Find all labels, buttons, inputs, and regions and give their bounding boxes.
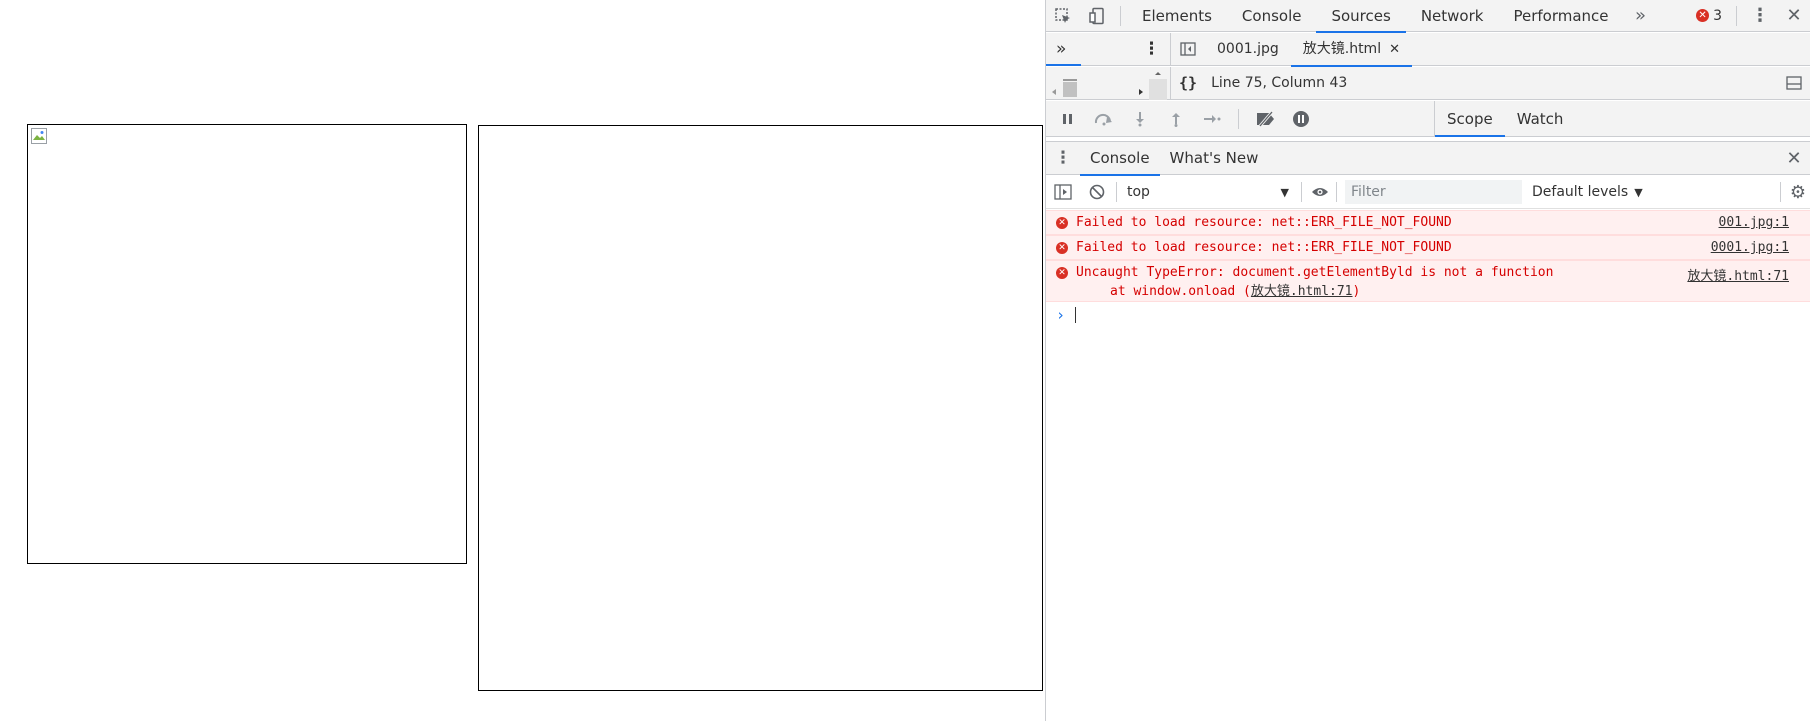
drawer-tab-bar: ⋮ Console What's New ✕ (1046, 141, 1810, 176)
message-text: Uncaught TypeError: document.getElementB… (1076, 265, 1554, 280)
message-text: Failed to load resource: net::ERR_FILE_N… (1076, 215, 1452, 230)
deactivate-breakpoints-icon[interactable] (1255, 109, 1275, 129)
message-source-link[interactable]: 放大镜.html:71 (1687, 265, 1789, 284)
context-value: top (1127, 184, 1150, 200)
close-icon[interactable]: ✕ (1777, 142, 1810, 174)
chevron-down-icon: ▼ (1634, 185, 1643, 199)
console-message-error: ✕ Uncaught TypeError: document.getElemen… (1046, 260, 1810, 302)
console-message-error: ✕ Failed to load resource: net::ERR_FILE… (1046, 235, 1810, 260)
context-select[interactable]: top ▼ (1119, 180, 1297, 204)
step-over-icon[interactable] (1094, 109, 1114, 129)
message-source-link[interactable]: 0001.jpg:1 (1711, 240, 1789, 255)
console-toolbar: top ▼ Default levels ▼ ⚙ (1046, 176, 1810, 209)
step-into-icon[interactable] (1130, 109, 1150, 129)
text-caret (1075, 307, 1077, 323)
sources-file-tab-bar: » ⋮ 0001.jpg 放大镜.html ✕ (1046, 32, 1810, 67)
kebab-menu-icon[interactable]: ⋮ (1046, 142, 1080, 174)
eye-icon[interactable] (1306, 176, 1334, 208)
console-messages: ✕ Failed to load resource: net::ERR_FILE… (1046, 210, 1810, 302)
kebab-menu-icon[interactable]: ⋮ (1143, 39, 1160, 59)
navigator-header: » ⋮ (1046, 32, 1171, 66)
tab-sources[interactable]: Sources (1316, 0, 1407, 33)
log-levels-dropdown[interactable]: Default levels ▼ (1532, 184, 1643, 200)
close-icon[interactable]: ✕ (1389, 33, 1400, 66)
device-toggle-icon[interactable] (1080, 0, 1114, 32)
drawer-tab-console[interactable]: Console (1080, 141, 1160, 176)
more-tabs-icon[interactable]: » (1624, 0, 1658, 32)
message-source-link[interactable]: 001.jpg:1 (1719, 215, 1789, 230)
console-message-error: ✕ Failed to load resource: net::ERR_FILE… (1046, 210, 1810, 235)
drawer-tab-whats-new[interactable]: What's New (1160, 141, 1269, 175)
inspect-icon[interactable] (1046, 0, 1080, 32)
toolbar-divider (1120, 5, 1121, 26)
navigator-scrollbar[interactable] (1046, 66, 1171, 100)
tab-console[interactable]: Console (1227, 0, 1317, 32)
error-counter[interactable]: ✕ 3 (1688, 8, 1730, 24)
pause-icon[interactable] (1058, 109, 1078, 129)
large-zoom-box (478, 125, 1043, 691)
devtools-panel: Elements Console Sources Network Perform… (1045, 0, 1810, 721)
broken-image-icon (31, 128, 47, 144)
tab-performance[interactable]: Performance (1498, 0, 1623, 32)
tab-scope[interactable]: Scope (1435, 101, 1505, 137)
filter-input[interactable] (1345, 180, 1522, 204)
debugger-controls (1046, 100, 1435, 137)
stack-link[interactable]: 放大镜.html:71 (1251, 284, 1353, 299)
message-text: Failed to load resource: net::ERR_FILE_N… (1076, 240, 1452, 255)
cursor-position: Line 75, Column 43 (1211, 75, 1348, 91)
log-levels-label: Default levels (1532, 184, 1629, 200)
kebab-menu-icon[interactable]: ⋮ (1743, 0, 1777, 32)
error-count: 3 (1713, 7, 1722, 24)
tab-network[interactable]: Network (1406, 0, 1499, 32)
file-tab-label: 0001.jpg (1217, 40, 1279, 57)
settings-icon[interactable]: ⚙ (1785, 176, 1810, 208)
step-icon[interactable] (1202, 109, 1222, 129)
console-prompt[interactable]: › (1056, 306, 1077, 324)
error-icon: ✕ (1056, 242, 1068, 254)
tab-elements[interactable]: Elements (1127, 0, 1227, 32)
page-viewport (0, 0, 1045, 721)
debugger-toolbar: Scope Watch (1046, 100, 1810, 137)
file-tab-0001-jpg[interactable]: 0001.jpg (1205, 33, 1291, 66)
prompt-icon: › (1056, 306, 1066, 324)
sidebar-toggle-icon[interactable] (1777, 67, 1810, 99)
sidebar-toggle-icon[interactable] (1171, 33, 1205, 65)
error-icon: ✕ (1056, 217, 1068, 229)
sources-status-bar: {} Line 75, Column 43 (1046, 66, 1810, 100)
error-icon: ✕ (1056, 267, 1068, 279)
console-sidebar-icon[interactable] (1046, 176, 1080, 208)
tab-watch[interactable]: Watch (1505, 101, 1576, 137)
stack-trace: at window.onload (放大镜.html:71) (1110, 284, 1361, 299)
small-image-box[interactable] (27, 124, 467, 564)
file-tab-magnifier-html[interactable]: 放大镜.html ✕ (1290, 33, 1413, 67)
main-tab-bar: Elements Console Sources Network Perform… (1046, 0, 1810, 33)
error-icon: ✕ (1696, 9, 1710, 22)
pretty-print-icon[interactable]: {} (1179, 74, 1197, 92)
step-out-icon[interactable] (1166, 109, 1186, 129)
file-tab-label: 放大镜.html (1302, 40, 1382, 57)
more-tabs-icon[interactable]: » (1056, 39, 1066, 59)
chevron-down-icon: ▼ (1280, 185, 1289, 199)
clear-console-icon[interactable] (1080, 176, 1114, 208)
pause-exceptions-icon[interactable] (1291, 109, 1311, 129)
close-icon[interactable]: ✕ (1777, 0, 1810, 32)
